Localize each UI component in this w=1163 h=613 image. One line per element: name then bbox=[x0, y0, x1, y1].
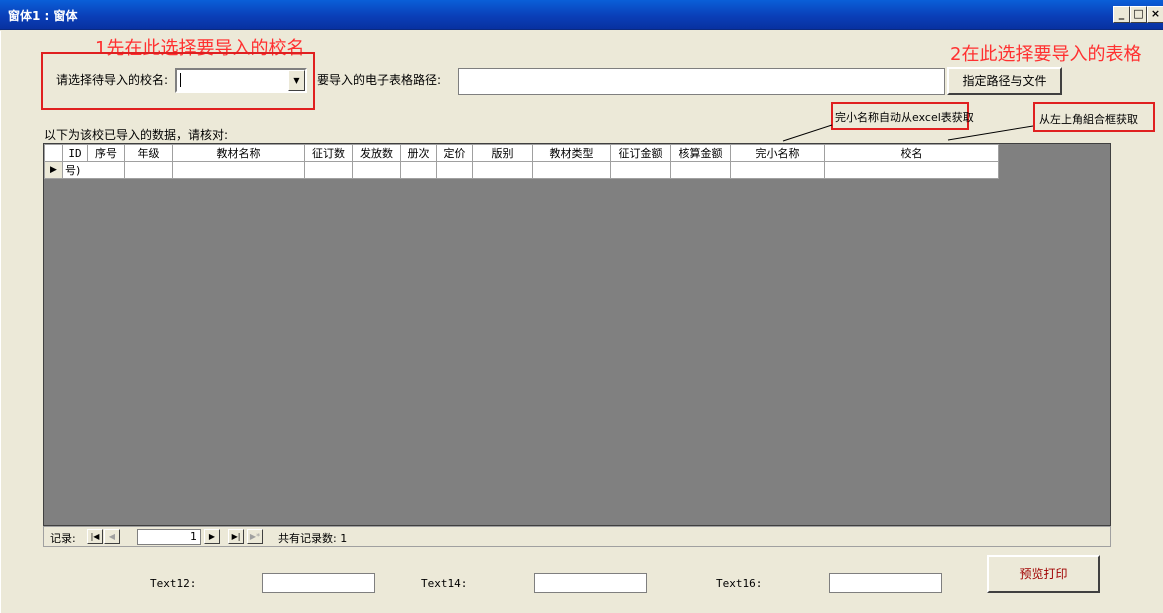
text14-input[interactable] bbox=[534, 573, 647, 593]
column-header[interactable]: 序号 bbox=[87, 144, 125, 162]
annotation-step2: 2在此选择要导入的表格 bbox=[950, 44, 1142, 65]
text12-input[interactable] bbox=[262, 573, 375, 593]
text14-label: Text14: bbox=[421, 577, 468, 590]
grid-cell[interactable] bbox=[532, 161, 611, 179]
grid-cell[interactable] bbox=[824, 161, 999, 179]
record-count: 共有记录数: 1 bbox=[278, 532, 348, 545]
specify-path-button[interactable]: 指定路径与文件 bbox=[947, 67, 1062, 95]
grid-cell[interactable] bbox=[670, 161, 731, 179]
column-header[interactable]: 年级 bbox=[124, 144, 173, 162]
grid-cell[interactable] bbox=[304, 161, 353, 179]
row-selector-header[interactable] bbox=[44, 144, 63, 162]
path-input[interactable] bbox=[458, 68, 945, 95]
window-title: 窗体1 : 窗体 bbox=[8, 9, 78, 23]
next-record-icon[interactable]: ▶ bbox=[204, 529, 220, 544]
column-header[interactable]: 核算金额 bbox=[670, 144, 731, 162]
column-header[interactable]: 教材类型 bbox=[532, 144, 611, 162]
school-combobox[interactable]: ▼ bbox=[175, 68, 307, 93]
path-label: 要导入的电子表格路径: bbox=[317, 73, 442, 87]
chevron-down-icon[interactable]: ▼ bbox=[288, 70, 305, 91]
text-caret bbox=[180, 73, 181, 87]
column-header[interactable]: 版别 bbox=[472, 144, 533, 162]
column-header[interactable]: 册次 bbox=[400, 144, 437, 162]
column-header[interactable]: 征订数 bbox=[304, 144, 353, 162]
grid-cell[interactable] bbox=[352, 161, 401, 179]
grid-header-row: ID 序号 年级 教材名称 征订数 发放数 册次 定价 版别 教材类型 征订金额… bbox=[44, 144, 999, 162]
column-header[interactable]: 征订金额 bbox=[610, 144, 671, 162]
text16-label: Text16: bbox=[716, 577, 763, 590]
grid-cell[interactable] bbox=[172, 161, 305, 179]
record-navigator: 记录: |◀ ◀ 1 ▶ ▶| ▶* 共有记录数: 1 bbox=[43, 526, 1111, 547]
datasheet-grid[interactable]: ID 序号 年级 教材名称 征订数 发放数 册次 定价 版别 教材类型 征订金额… bbox=[43, 143, 1111, 526]
school-label: 请选择待导入的校名: bbox=[56, 73, 169, 87]
first-record-icon[interactable]: |◀ bbox=[87, 529, 103, 544]
grid-table: ID 序号 年级 教材名称 征订数 发放数 册次 定价 版别 教材类型 征订金额… bbox=[44, 144, 999, 179]
row-selector-icon[interactable]: ▶ bbox=[44, 161, 63, 179]
grid-cell[interactable] bbox=[124, 161, 173, 179]
table-row[interactable]: ▶ 号) bbox=[44, 161, 999, 179]
grid-caption: 以下为该校已导入的数据，请核对: bbox=[44, 128, 229, 142]
grid-cell[interactable] bbox=[610, 161, 671, 179]
minimize-button[interactable]: _ bbox=[1113, 6, 1130, 23]
title-bar: 窗体1 : 窗体 _ □ × bbox=[0, 0, 1163, 30]
column-header[interactable]: 完小名称 bbox=[730, 144, 825, 162]
grid-cell[interactable] bbox=[730, 161, 825, 179]
text12-label: Text12: bbox=[150, 577, 197, 590]
preview-print-button[interactable]: 预览打印 bbox=[987, 555, 1100, 593]
maximize-button[interactable]: □ bbox=[1130, 6, 1147, 23]
column-header[interactable]: ID bbox=[62, 144, 88, 162]
record-number-input[interactable]: 1 bbox=[137, 529, 201, 545]
column-header[interactable]: 校名 bbox=[824, 144, 999, 162]
grid-cell[interactable] bbox=[472, 161, 533, 179]
column-header[interactable]: 教材名称 bbox=[172, 144, 305, 162]
grid-cell[interactable] bbox=[436, 161, 473, 179]
grid-cell[interactable] bbox=[400, 161, 437, 179]
annotation-auto-name: 完小名称自动从excel表获取 bbox=[835, 111, 974, 124]
text16-input[interactable] bbox=[829, 573, 942, 593]
prev-record-icon[interactable]: ◀ bbox=[104, 529, 120, 544]
annotation-from-combo: 从左上角組合框获取 bbox=[1039, 113, 1138, 126]
new-record-icon[interactable]: ▶* bbox=[247, 529, 263, 544]
record-label: 记录: bbox=[50, 532, 76, 545]
last-record-icon[interactable]: ▶| bbox=[228, 529, 244, 544]
close-button[interactable]: × bbox=[1147, 6, 1163, 23]
column-header[interactable]: 发放数 bbox=[352, 144, 401, 162]
column-header[interactable]: 定价 bbox=[436, 144, 473, 162]
grid-cell[interactable]: 号) bbox=[62, 161, 125, 179]
